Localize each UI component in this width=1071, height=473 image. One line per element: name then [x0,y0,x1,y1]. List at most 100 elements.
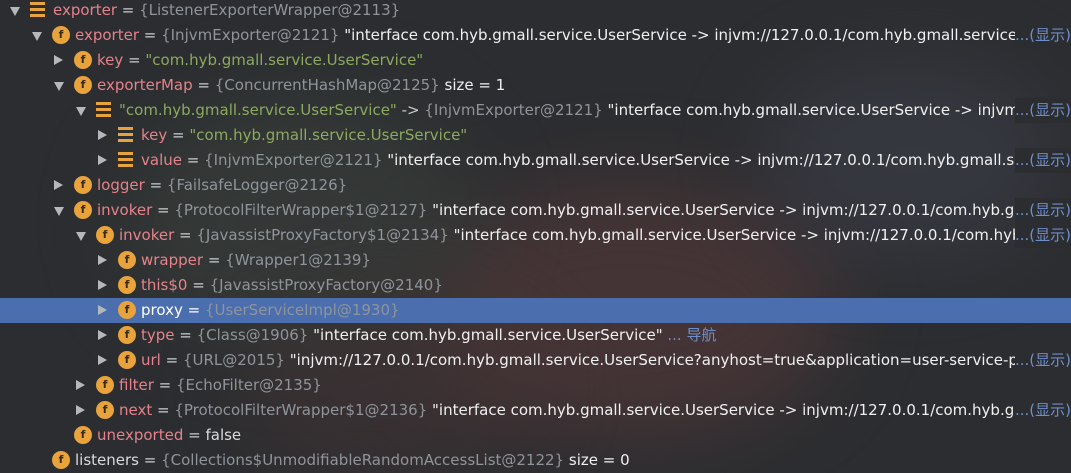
field-icon: f [74,201,92,219]
row-content: key = "com.hyb.gmall.service.UserService… [97,48,423,73]
tree-row[interactable]: f filter = {EchoFilter@2135} [0,373,1071,398]
collapse-arrow-icon[interactable] [54,55,63,65]
variable-name: proxy [141,301,183,319]
collapse-arrow-icon[interactable] [54,180,63,190]
tree-row[interactable]: f logger = {FailsafeLogger@2126} [0,173,1071,198]
separator: = [167,126,190,144]
field-icon: f [118,251,136,269]
tree-row[interactable]: f exporterMap = {ConcurrentHashMap@2125} … [0,73,1071,98]
tree-row[interactable]: f listeners = {Collections$UnmodifiableRa… [0,448,1071,473]
separator: = [153,376,177,394]
row-content: invoker = {ProtocolFilterWrapper$1@2127}… [97,198,1068,223]
separator: = [116,1,140,19]
variable-value: "interface com.hyb.gmall.service.UserSer… [382,151,1071,169]
separator: = [174,326,197,344]
variable-name: exporter [75,26,139,44]
row-content: proxy = {UserServiceImpl@1930} [141,298,400,323]
show-value-link[interactable]: ...(显示) [1014,98,1071,123]
variable-name: type [141,326,175,344]
collapse-arrow-icon[interactable] [76,380,85,390]
separator: = [160,351,183,369]
variable-type: {FailsafeLogger@2126} [166,176,348,194]
variable-value: size = 1 [439,76,506,94]
expand-arrow-icon[interactable] [76,232,86,241]
tree-row[interactable]: exporter = {ListenerExporterWrapper@2113… [0,0,1071,23]
variable-value: "com.hyb.gmall.service.UserService" [145,51,424,69]
collapse-arrow-icon[interactable] [98,280,107,290]
tree-row[interactable]: f wrapper = {Wrapper1@2139} [0,248,1071,273]
variable-type: {Wrapper1@2139} [225,251,371,269]
tree-row[interactable]: key = "com.hyb.gmall.service.UserService… [0,123,1071,148]
row-content: url = {URL@2015} "injvm://127.0.0.1/com.… [141,348,1065,373]
field-icon: f [118,351,136,369]
row-content: unexported = false [97,423,241,448]
tree-row[interactable]: value = {InjvmExporter@2121} "interface … [0,148,1071,173]
tree-row[interactable]: f this$0 = {JavassistProxyFactory@2140} [0,273,1071,298]
row-content: logger = {FailsafeLogger@2126} [97,173,347,198]
variable-value: "com.hyb.gmall.service.UserService" [189,126,468,144]
collapse-arrow-icon[interactable] [98,255,107,265]
tree-row[interactable]: f type = {Class@1906} "interface com.hyb.… [0,323,1071,348]
expand-arrow-icon[interactable] [54,82,64,91]
separator: -> [396,101,425,119]
tree-row[interactable]: f key = "com.hyb.gmall.service.UserServic… [0,48,1071,73]
tree-row[interactable]: f invoker = {JavassistProxyFactory$1@2134… [0,223,1071,248]
variable-type: {InjvmExporter@2121} [424,101,603,119]
tree-row[interactable]: f invoker = {ProtocolFilterWrapper$1@2127… [0,198,1071,223]
tree-row[interactable]: f proxy = {UserServiceImpl@1930} [0,298,1071,323]
variable-name: invoker [119,226,175,244]
variable-value: "interface com.hyb.gmall.service.UserSer… [308,326,663,344]
field-icon: f [96,226,114,244]
collapse-arrow-icon[interactable] [98,305,107,315]
separator: = [203,251,226,269]
variable-value: "interface com.hyb.gmall.service.UserSer… [339,26,1071,44]
separator: = [183,426,206,444]
variable-name: wrapper [141,251,204,269]
variable-type: {JavassistProxyFactory$1@2134} [196,226,449,244]
row-content: wrapper = {Wrapper1@2139} [141,248,371,273]
separator: = [192,76,215,94]
variable-type: {ProtocolFilterWrapper$1@2127} [174,201,428,219]
expand-arrow-icon[interactable] [32,32,42,41]
field-icon: f [96,376,114,394]
field-icon: f [74,51,92,69]
show-value-link[interactable]: ...(显示) [1014,398,1071,423]
navigate-link[interactable]: ... 导航 [663,326,716,344]
tree-row[interactable]: f unexported = false [0,423,1071,448]
show-value-link[interactable]: ...(显示) [1014,348,1071,373]
collapse-arrow-icon[interactable] [98,330,107,340]
array-icon [30,2,45,18]
field-icon: f [52,26,70,44]
separator: = [174,226,197,244]
tree-row[interactable]: f exporter = {InjvmExporter@2121} "interf… [0,23,1071,48]
row-content: invoker = {JavassistProxyFactory$1@2134}… [119,223,1068,248]
field-icon: f [74,76,92,94]
variable-name: logger [97,176,145,194]
variable-name: key [141,126,168,144]
collapse-arrow-icon[interactable] [98,130,107,140]
show-value-link[interactable]: ...(显示) [1014,198,1071,223]
row-content: value = {InjvmExporter@2121} "interface … [141,148,1071,173]
field-icon: f [118,301,136,319]
show-value-link[interactable]: ...(显示) [1014,23,1071,48]
expand-arrow-icon[interactable] [10,7,20,16]
expand-arrow-icon[interactable] [54,207,64,216]
tree-row[interactable]: f next = {ProtocolFilterWrapper$1@2136} "… [0,398,1071,423]
variable-type: {ListenerExporterWrapper@2113} [139,1,401,19]
separator: = [123,51,146,69]
separator: = [182,301,205,319]
field-icon: f [118,326,136,344]
collapse-arrow-icon[interactable] [98,355,107,365]
array-icon [96,102,111,118]
show-value-link[interactable]: ...(显示) [1014,148,1071,173]
tree-row[interactable]: "com.hyb.gmall.service.UserService" -> {… [0,98,1071,123]
separator: = [138,451,162,469]
show-value-link[interactable]: ...(显示) [1014,223,1071,248]
collapse-arrow-icon[interactable] [76,405,85,415]
array-icon [118,127,133,143]
row-content: exporter = {ListenerExporterWrapper@2113… [53,0,400,23]
expand-arrow-icon[interactable] [76,107,86,116]
tree-row[interactable]: f url = {URL@2015} "injvm://127.0.0.1/com… [0,348,1071,373]
variable-type: {EchoFilter@2135} [176,376,322,394]
collapse-arrow-icon[interactable] [98,155,107,165]
